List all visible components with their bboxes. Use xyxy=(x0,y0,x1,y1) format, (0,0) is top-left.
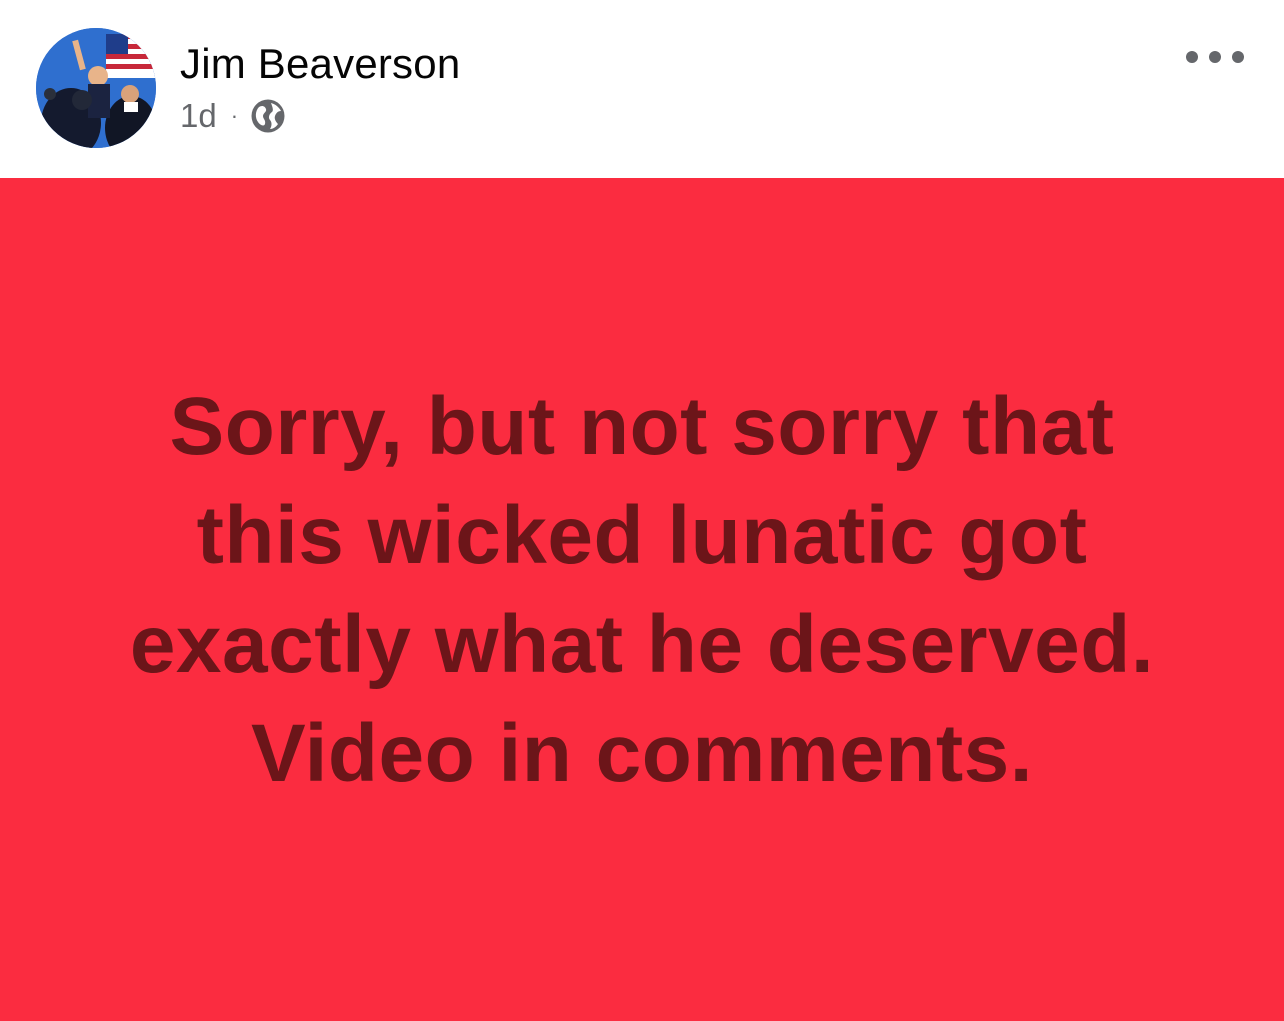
post-card-text: Sorry, but not sorry that this wicked lu… xyxy=(129,380,1155,799)
more-dot xyxy=(1186,51,1198,63)
more-dot xyxy=(1232,51,1244,63)
meta-separator: · xyxy=(230,103,239,128)
globe-icon[interactable] xyxy=(250,98,286,134)
author-avatar[interactable] xyxy=(36,28,156,148)
avatar-image xyxy=(36,28,156,148)
more-dot xyxy=(1209,51,1221,63)
more-options-icon[interactable] xyxy=(1186,46,1244,68)
post-timestamp[interactable]: 1d xyxy=(180,97,217,135)
post: Jim Beaverson 1d · Sorry, but not sorry … xyxy=(0,0,1284,1021)
post-meta: 1d · xyxy=(180,96,286,136)
post-header: Jim Beaverson 1d · xyxy=(0,0,1284,178)
post-text-card: Sorry, but not sorry that this wicked lu… xyxy=(0,178,1284,1021)
author-name[interactable]: Jim Beaverson xyxy=(180,40,460,88)
